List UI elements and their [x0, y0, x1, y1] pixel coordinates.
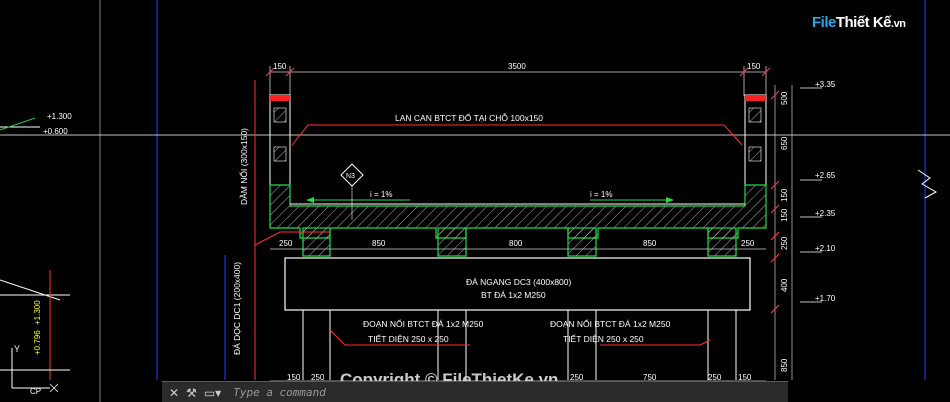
command-history-icon[interactable]: ▭▾ [204, 386, 221, 400]
cad-viewport[interactable]: 150 3500 150 LAN CAN BTCT ĐỔ TẠI CHỖ 100… [0, 0, 950, 402]
ucs-cp-label: CP [30, 387, 41, 396]
command-bar: ✕ ⚒ ▭▾ [162, 381, 788, 402]
cross-beam-material: BT ĐÁ 1x2 M250 [481, 290, 546, 300]
pile-section-1: TIẾT DIỆN 250 x 250 [368, 334, 449, 344]
site-logo: FileThiết Kế.vn [812, 14, 906, 31]
left-elev-1: +1.300 [47, 112, 72, 121]
left-vertical-2: +1.300 [33, 300, 42, 325]
dim-top-right: 150 [747, 62, 761, 71]
dim-right-1: 500 [780, 91, 789, 105]
dim-right-6: 400 [780, 278, 789, 292]
elev-5: +1.70 [815, 294, 836, 303]
elev-4: +2.10 [815, 244, 836, 253]
dim-mid-4: 850 [643, 239, 657, 248]
dim-right-7: 850 [780, 358, 789, 372]
elev-2: +2.65 [815, 171, 836, 180]
beam-4 [707, 227, 737, 257]
dim-mid-1: 250 [279, 239, 293, 248]
left-vertical-1: +0.796 [33, 330, 42, 355]
dim-right-3: 150 [780, 188, 789, 202]
close-icon[interactable]: ✕ [169, 386, 179, 400]
dim-top-main: 3500 [508, 62, 526, 71]
dim-right-5: 250 [780, 236, 789, 250]
pile-section-2: TIẾT DIỆN 250 x 250 [563, 334, 644, 344]
long-beam-label: ĐÁ DỌC DC1 (200x400) [232, 262, 242, 355]
slope-right: i = 1% [590, 190, 612, 199]
left-elev-2: +0.600 [43, 127, 68, 136]
pile-label-1: ĐOẠN NỐI BTCT ĐÁ 1x2 M250 [363, 318, 484, 329]
slope-left: i = 1% [370, 190, 392, 199]
dim-mid-2: 850 [372, 239, 386, 248]
drawing-canvas[interactable]: 150 3500 150 LAN CAN BTCT ĐỔ TẠI CHỖ 100… [0, 0, 950, 402]
dim-right-2: 650 [780, 136, 789, 150]
logo-part-domain: .vn [891, 18, 906, 30]
elev-1: +3.35 [815, 80, 836, 89]
logo-part-thietke: Thiết Kế [835, 14, 892, 31]
wrench-icon[interactable]: ⚒ [186, 386, 197, 400]
deck-slab [269, 184, 767, 239]
beam-2 [437, 227, 467, 257]
tag-label: N3 [346, 173, 355, 180]
logo-part-file: File [812, 14, 836, 31]
dim-mid-3: 800 [509, 239, 523, 248]
railing-label: LAN CAN BTCT ĐỔ TẠI CHỖ 100x150 [395, 112, 543, 123]
elev-3: +2.35 [815, 209, 836, 218]
beam-3 [567, 227, 597, 257]
dim-right-4: 150 [780, 208, 789, 222]
dim-top-left: 150 [273, 62, 287, 71]
ucs-y-label: Y [14, 344, 20, 354]
pile-label-2: ĐOẠN NỐI BTCT ĐÁ 1x2 M250 [550, 318, 671, 329]
cross-beam-label: ĐÁ NGANG DC3 (400x800) [466, 277, 572, 287]
beam-label: DẦM NỐI (300x150) [238, 128, 249, 205]
dim-mid-5: 250 [741, 239, 755, 248]
command-input[interactable] [231, 385, 616, 400]
